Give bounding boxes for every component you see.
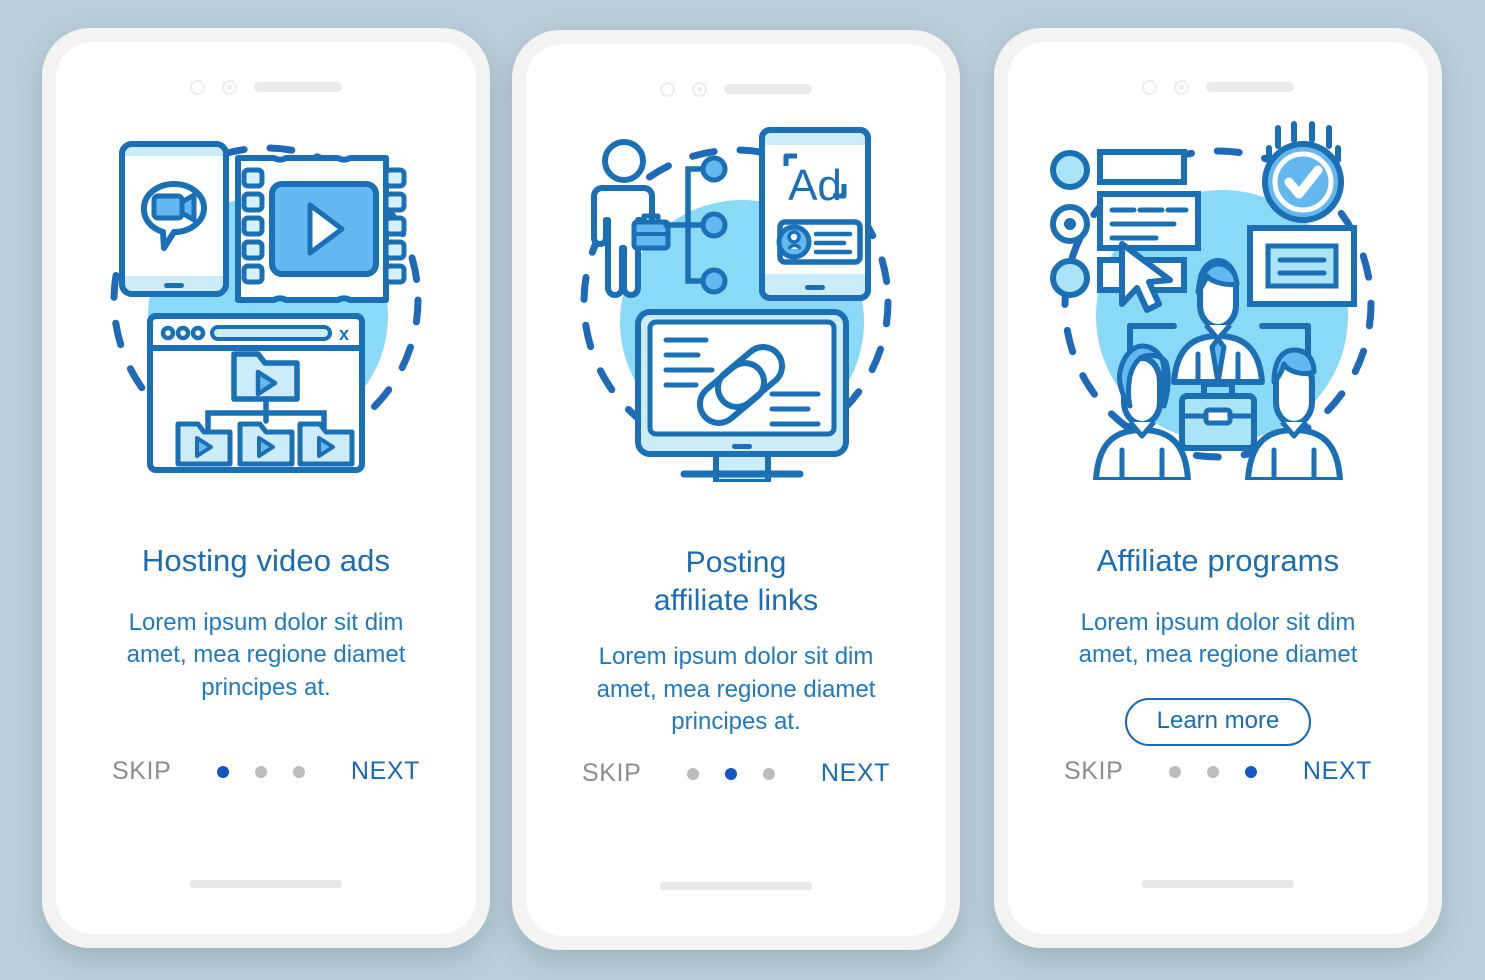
phone-top-sensors-3 (1008, 76, 1428, 98)
sensor-icon (1174, 79, 1189, 95)
pagination-dots-2 (641, 767, 821, 780)
phone-top-sensors-1 (56, 76, 476, 98)
speaker-grille (1206, 82, 1294, 92)
pagination-dot-3[interactable] (293, 765, 306, 778)
screen-posting-affiliate-links: Ad Posting affiliate links Lorem ipsum d… (526, 44, 946, 936)
page-title-line-1: Posting (685, 546, 787, 579)
skip-button[interactable]: SKIP (112, 757, 171, 786)
page-subtitle: Lorem ipsum dolor sit dim amet, mea regi… (596, 643, 876, 736)
text-block-3: Affiliate programs Lorem ipsum dolor sit… (1008, 542, 1428, 746)
pagination-dot-1[interactable] (217, 765, 230, 778)
pagination-dot-2[interactable] (1207, 765, 1220, 778)
learn-more-button[interactable]: Learn more (1124, 698, 1312, 746)
phone-top-sensors-2 (526, 78, 946, 100)
camera-icon (190, 79, 205, 95)
pagination-dot-3[interactable] (763, 767, 776, 780)
browser-close-icon: x (339, 324, 349, 344)
onboarding-screens-canvas: x Hosting video ads Lorem ipsum dolor si… (0, 0, 1485, 980)
pagination-dot-1[interactable] (1169, 765, 1182, 778)
page-title-line-2: affiliate links (653, 583, 819, 617)
home-indicator (660, 882, 812, 890)
page-title: Posting affiliate links (550, 544, 922, 619)
sensor-icon (692, 81, 707, 97)
nav-row-3: SKIP NEXT (1008, 757, 1428, 786)
page-title: Hosting video ads (141, 543, 391, 578)
page-subtitle: Lorem ipsum dolor sit dim amet, mea regi… (126, 608, 406, 701)
pagination-dot-3[interactable] (1245, 765, 1258, 778)
speaker-grille (254, 82, 342, 92)
affiliate-links-illustration: Ad (526, 122, 946, 522)
screen-hosting-video-ads: x Hosting video ads Lorem ipsum dolor si… (56, 42, 476, 934)
home-indicator (190, 880, 342, 888)
text-block-2: Posting affiliate links Lorem ipsum dolo… (526, 544, 946, 739)
phone-mockup-3: Affiliate programs Lorem ipsum dolor sit… (994, 28, 1442, 948)
ad-label: Ad (788, 161, 842, 210)
camera-icon (1142, 79, 1157, 95)
nav-row-2: SKIP NEXT (526, 759, 946, 788)
page-title: Affiliate programs (1096, 543, 1340, 578)
pagination-dots-1 (171, 765, 351, 778)
speaker-grille (724, 84, 812, 94)
nav-row-1: SKIP NEXT (56, 757, 476, 786)
pagination-dot-1[interactable] (687, 767, 700, 780)
skip-button[interactable]: SKIP (582, 759, 641, 788)
affiliate-programs-illustration (1008, 120, 1428, 520)
sensor-icon (222, 79, 237, 95)
home-indicator (1142, 880, 1294, 888)
cta-wrapper: Learn more (1008, 698, 1428, 746)
skip-button[interactable]: SKIP (1064, 757, 1123, 786)
pagination-dots-3 (1123, 765, 1303, 778)
screen-affiliate-programs: Affiliate programs Lorem ipsum dolor sit… (1008, 42, 1428, 934)
pagination-dot-2[interactable] (255, 765, 268, 778)
next-button[interactable]: NEXT (821, 759, 890, 788)
phone-mockup-2: Ad Posting affiliate links Lorem ipsum d… (512, 30, 960, 950)
text-block-1: Hosting video ads Lorem ipsum dolor sit … (56, 542, 476, 705)
page-subtitle: Lorem ipsum dolor sit dim amet, mea regi… (1078, 608, 1358, 669)
pagination-dot-2[interactable] (725, 767, 738, 780)
next-button[interactable]: NEXT (351, 757, 420, 786)
phone-mockup-1: x Hosting video ads Lorem ipsum dolor si… (42, 28, 490, 948)
video-ads-illustration: x (56, 120, 476, 520)
camera-icon (660, 81, 675, 97)
next-button[interactable]: NEXT (1303, 757, 1372, 786)
